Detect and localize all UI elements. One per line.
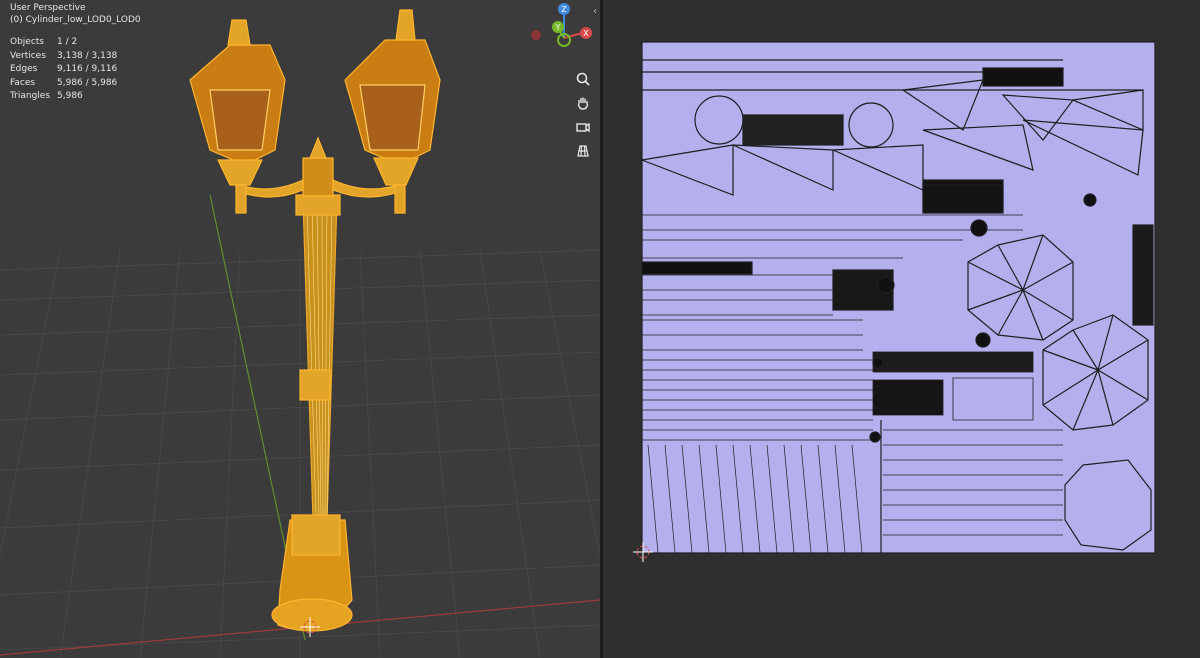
stat-objects: Objects 1 / 2 bbox=[10, 37, 78, 47]
stat-triangles: Triangles 5,986 bbox=[10, 91, 83, 101]
lamp-post-mesh bbox=[189, 9, 441, 632]
gizmo-neg-x-axis[interactable] bbox=[531, 30, 541, 40]
stat-vertices: Vertices 3,138 / 3,138 bbox=[10, 50, 118, 61]
collapse-arrow-icon[interactable]: ‹ bbox=[593, 6, 597, 17]
hand-pan-icon[interactable] bbox=[572, 92, 594, 114]
gizmo-z-label: Z bbox=[561, 5, 567, 14]
uv-editor[interactable] bbox=[603, 0, 1200, 658]
gizmo-y-label: Y bbox=[555, 23, 561, 32]
3d-viewport[interactable]: User Perspective (0) Cylinder_low_LOD0_L… bbox=[0, 0, 600, 658]
uv-canvas bbox=[633, 41, 1156, 562]
stat-faces: Faces 5,986 / 5,986 bbox=[10, 77, 118, 88]
grid-view-icon[interactable] bbox=[572, 140, 594, 162]
navigation-gizmo[interactable]: Z X Y bbox=[526, 0, 596, 60]
statistics-overlay: Objects 1 / 2 Vertices 3,138 / 3,138 Edges… bbox=[10, 37, 117, 105]
active-object-name: (0) Cylinder_low_LOD0_LOD0 bbox=[10, 15, 141, 25]
zoom-icon[interactable] bbox=[572, 68, 594, 90]
gizmo-x-label: X bbox=[583, 29, 589, 38]
camera-icon[interactable] bbox=[572, 116, 594, 138]
stat-edges: Edges 9,116 / 9,116 bbox=[10, 64, 118, 74]
viewport-title: User Perspective bbox=[10, 3, 86, 13]
